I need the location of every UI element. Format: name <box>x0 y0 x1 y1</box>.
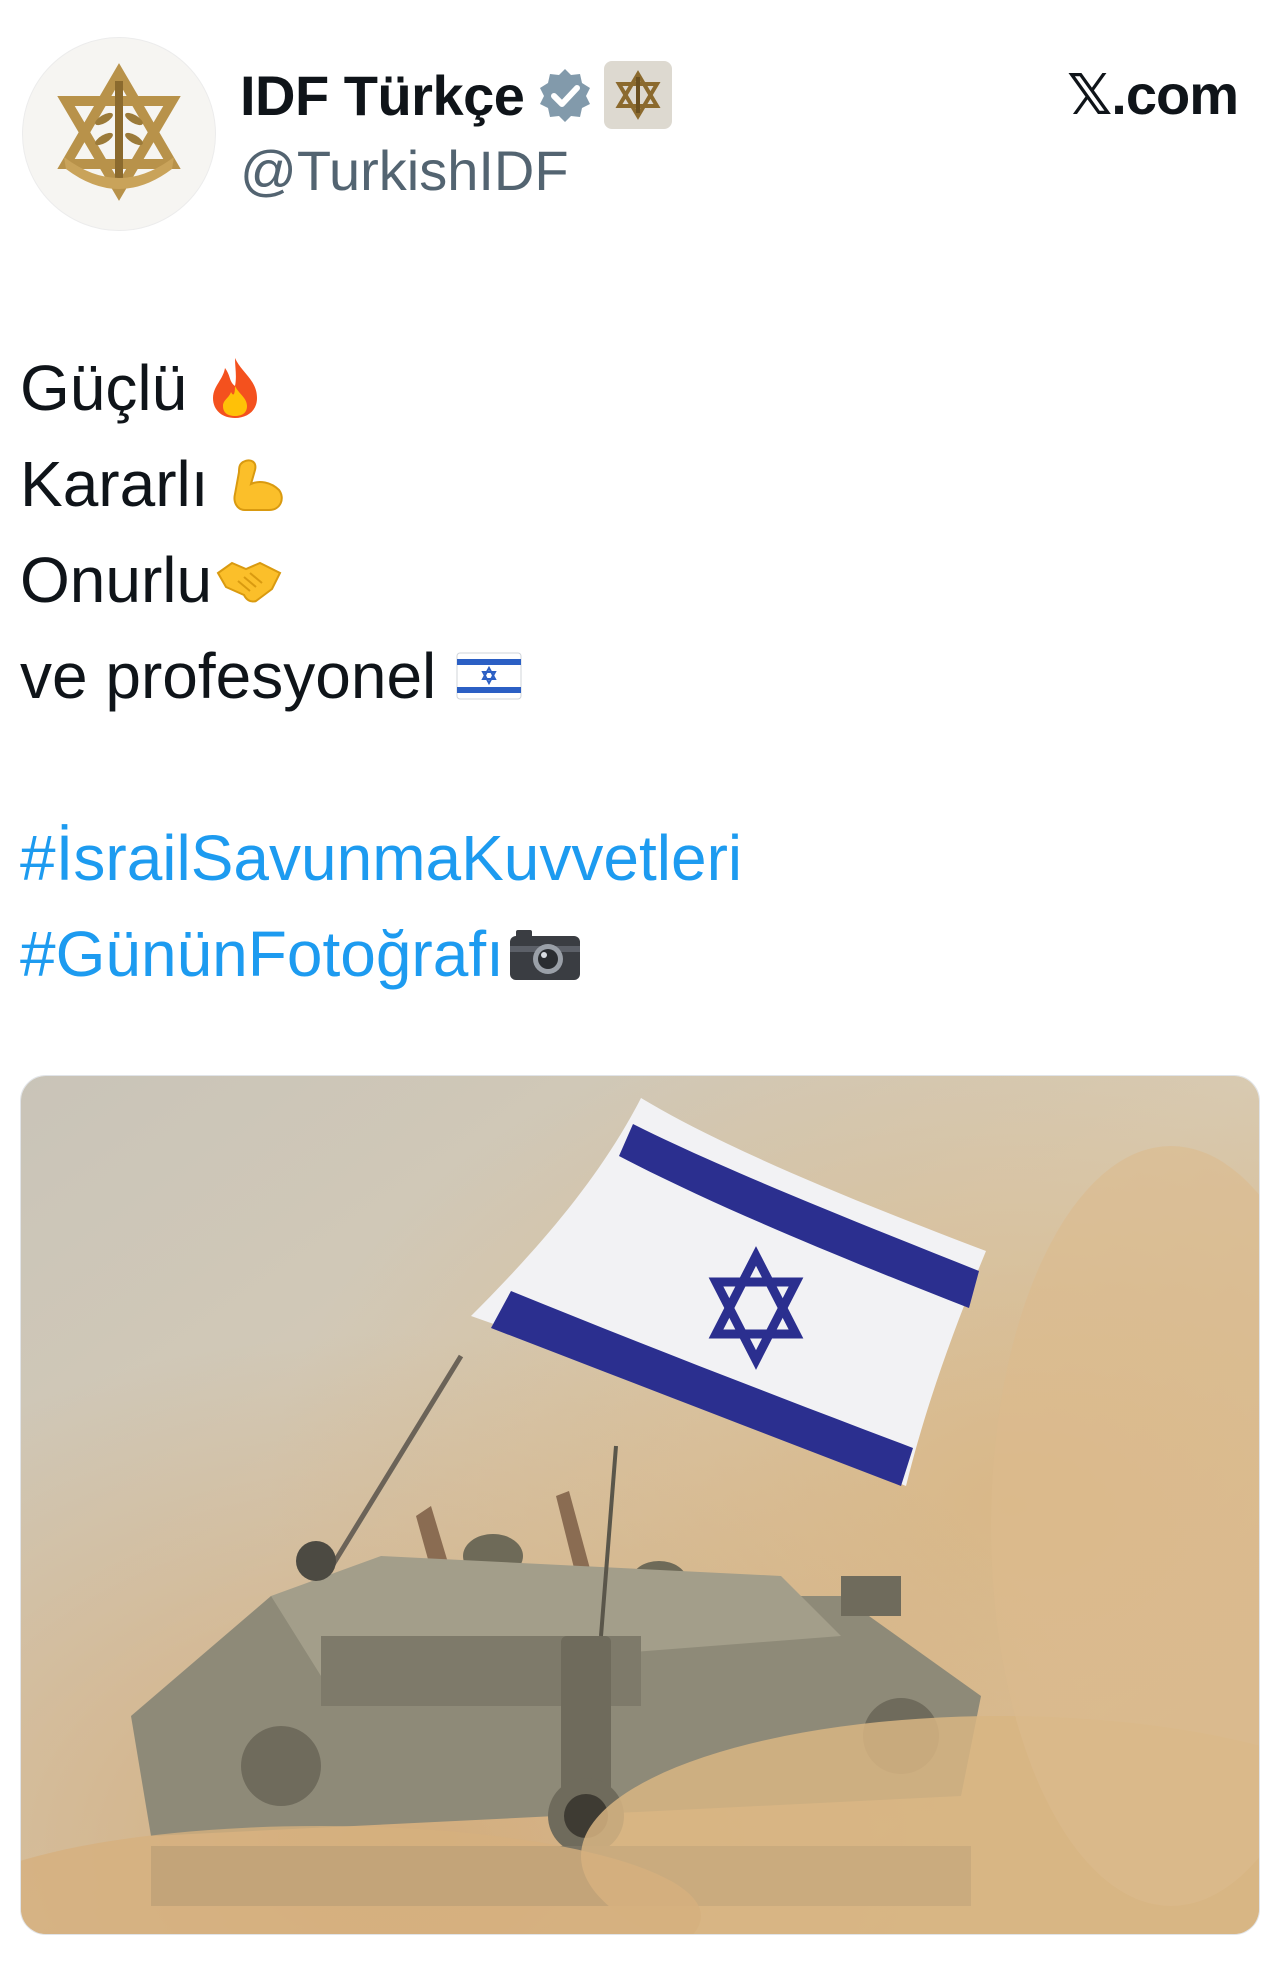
post-line: Onurlu <box>20 532 522 628</box>
hashtag-list: #İsrailSavunmaKuvvetleri #GününFotoğrafı <box>20 810 742 1002</box>
avatar[interactable] <box>22 37 216 231</box>
camera-icon <box>509 930 580 980</box>
verified-badge-icon <box>540 69 591 122</box>
idf-emblem-icon <box>57 63 181 201</box>
post-line-text: ve profesyonel <box>20 640 437 712</box>
post-line: Güçlü <box>20 340 522 436</box>
post-line: ve profesyonel <box>20 628 522 724</box>
brand-logo: 𝕏.com <box>1067 63 1239 126</box>
flexed-biceps-icon <box>233 459 283 511</box>
affiliation-badge[interactable] <box>604 61 673 129</box>
fire-icon <box>213 358 258 418</box>
post-line-text: Kararlı <box>20 448 209 520</box>
idf-emblem-icon <box>615 70 661 120</box>
photo-scene <box>21 1076 1259 1934</box>
post-line-text: Güçlü <box>20 352 188 424</box>
hashtag-line: #İsrailSavunmaKuvvetleri <box>20 810 742 906</box>
post-line: Kararlı <box>20 436 522 532</box>
post-line-text: Onurlu <box>20 544 213 616</box>
display-name[interactable]: IDF Türkçe <box>240 63 525 128</box>
account-handle[interactable]: @TurkishIDF <box>240 138 569 203</box>
post-header: IDF Türkçe @TurkishIDF 𝕏.com <box>0 0 1280 260</box>
israel-flag-icon <box>456 652 522 700</box>
hashtag-link[interactable]: #GününFotoğrafı <box>20 906 504 1002</box>
hashtag-link[interactable]: #İsrailSavunmaKuvvetleri <box>20 810 742 906</box>
account-name-row: IDF Türkçe <box>240 60 673 130</box>
handshake-icon <box>216 561 282 603</box>
post-text: Güçlü Kararlı Onurlu ve profesyonel <box>20 340 522 724</box>
post-photo[interactable] <box>20 1075 1260 1935</box>
hashtag-line: #GününFotoğrafı <box>20 906 742 1002</box>
